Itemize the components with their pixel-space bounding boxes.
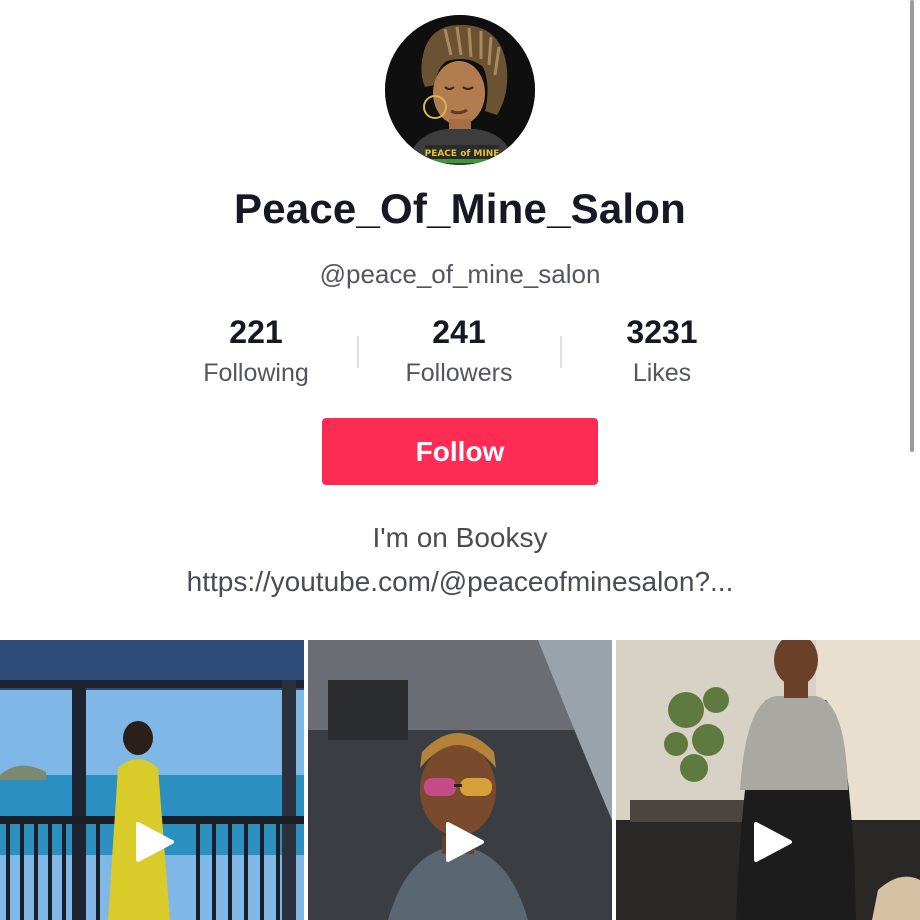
video-thumbnail[interactable] <box>308 640 612 920</box>
play-icon <box>136 822 174 862</box>
followers-count: 241 <box>432 314 486 350</box>
likes-count: 3231 <box>626 314 698 350</box>
play-icon <box>446 822 484 862</box>
avatar-illustration: PEACE of MINE <box>385 15 535 165</box>
follow-button[interactable]: Follow <box>322 418 598 485</box>
video-thumbnail-image <box>616 640 920 920</box>
display-name: Peace_Of_Mine_Salon <box>234 185 686 232</box>
followers-label: Followers <box>405 359 513 387</box>
stat-following[interactable]: 221 Following <box>156 311 356 393</box>
avatar[interactable]: PEACE of MINE <box>385 15 535 165</box>
bio-text: I'm on Booksy <box>372 522 548 553</box>
stat-followers[interactable]: 241 Followers <box>359 311 559 393</box>
following-label: Following <box>203 359 309 387</box>
video-thumbnail[interactable] <box>0 640 304 920</box>
following-count: 221 <box>229 314 283 350</box>
bio-link[interactable]: https://youtube.com/@peaceofminesalon?..… <box>0 566 920 598</box>
video-thumbnail-image <box>0 640 304 920</box>
likes-label: Likes <box>632 359 692 387</box>
stat-likes[interactable]: 3231 Likes <box>562 311 762 393</box>
video-thumbnail-image <box>308 640 612 920</box>
profile-page: PEACE of MINE Peace_Of_Mine_Salon @peace… <box>0 0 920 920</box>
video-grid <box>0 640 920 920</box>
username-handle: @peace_of_mine_salon <box>319 259 601 289</box>
video-thumbnail[interactable] <box>616 640 920 920</box>
avatar-shirt-text: PEACE of MINE <box>425 149 500 159</box>
play-icon <box>754 822 792 862</box>
